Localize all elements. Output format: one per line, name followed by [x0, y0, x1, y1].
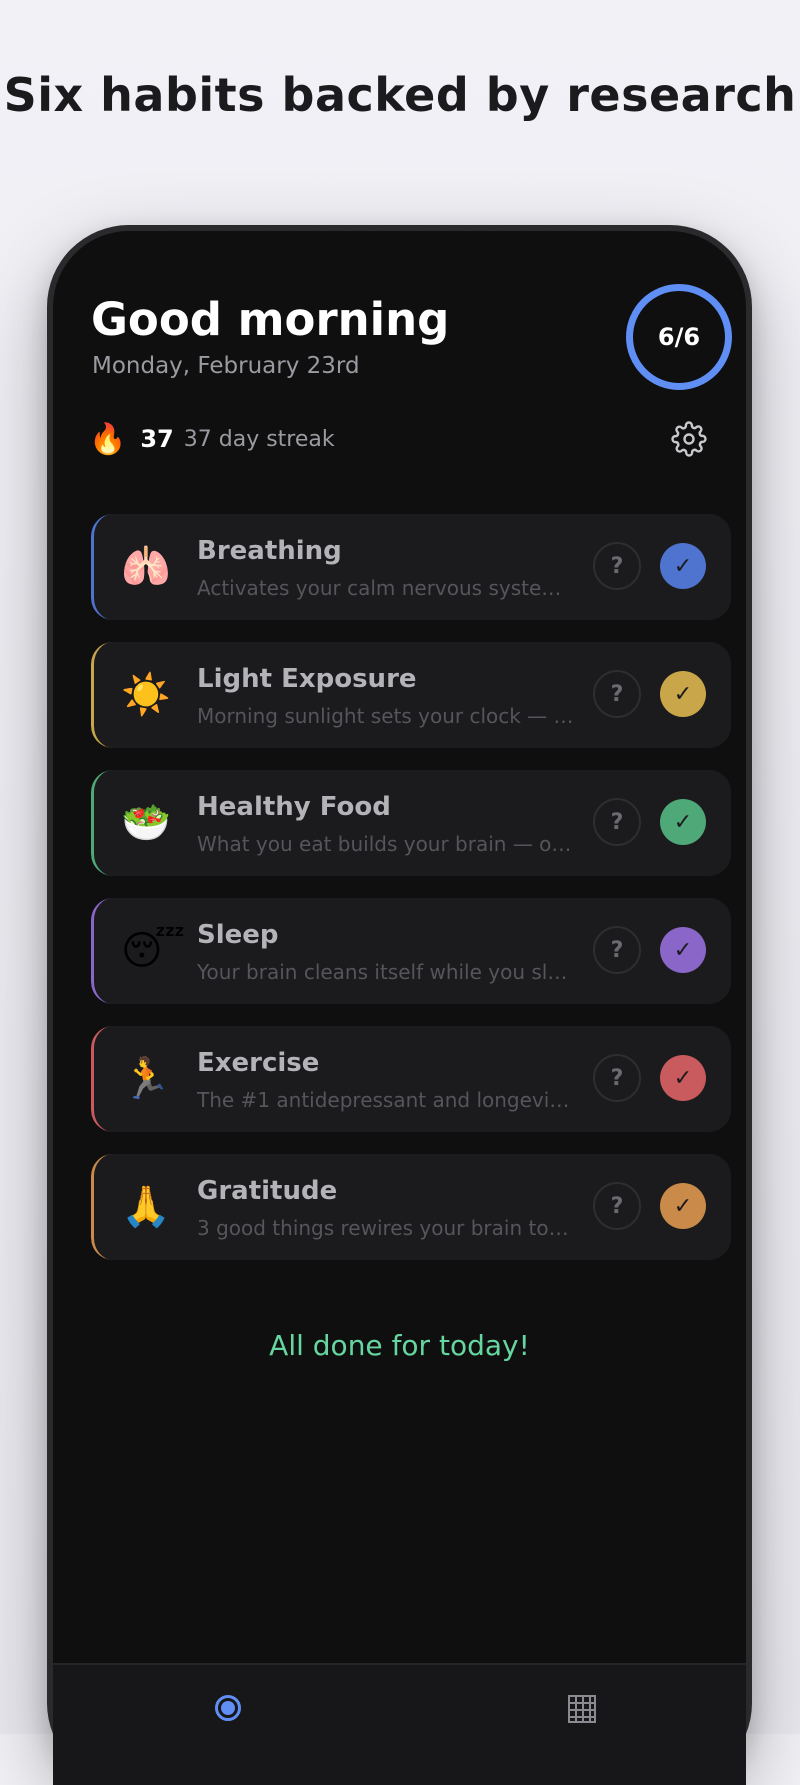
completion-message: All done for today! — [269, 1329, 530, 1362]
phone-frame: Good morning Monday, February 23rd 6/6 🔥… — [47, 225, 752, 1785]
flame-icon: 🔥 — [89, 421, 127, 457]
habit-card-gratitude[interactable]: 🙏 Gratitude 3 good things rewires your b… — [91, 1154, 731, 1260]
habit-card-exercise[interactable]: 🏃 Exercise The #1 antidepressant and lon… — [91, 1026, 731, 1132]
completed-checkbox[interactable]: ✓ — [660, 799, 706, 845]
completed-checkbox[interactable]: ✓ — [660, 1183, 706, 1229]
gear-icon[interactable] — [671, 421, 707, 457]
completed-checkbox[interactable]: ✓ — [660, 543, 706, 589]
tab-today-target-icon[interactable] — [215, 1695, 241, 1721]
help-button[interactable]: ? — [593, 1054, 641, 1102]
salad-icon: 🥗 — [121, 800, 171, 846]
streak-count: 37 — [140, 425, 174, 453]
completed-checkbox[interactable]: ✓ — [660, 927, 706, 973]
help-button[interactable]: ? — [593, 1182, 641, 1230]
habit-description: What you eat builds your brain — one mea… — [197, 832, 577, 856]
habit-card-light-exposure[interactable]: ☀️ Light Exposure Morning sunlight sets … — [91, 642, 731, 748]
progress-ring: 6/6 — [626, 284, 732, 390]
habit-description: Morning sunlight sets your clock — boost… — [197, 704, 577, 728]
habit-name: Light Exposure — [197, 664, 417, 694]
habit-accent-bar — [91, 770, 120, 876]
help-button[interactable]: ? — [593, 798, 641, 846]
habit-name: Breathing — [197, 536, 342, 566]
habit-card-healthy-food[interactable]: 🥗 Healthy Food What you eat builds your … — [91, 770, 731, 876]
help-button[interactable]: ? — [593, 670, 641, 718]
habit-card-sleep[interactable]: 😴 Sleep Your brain cleans itself while y… — [91, 898, 731, 1004]
habit-name: Gratitude — [197, 1176, 338, 1206]
bottom-tab-bar — [53, 1663, 746, 1785]
current-date: Monday, February 23rd — [92, 353, 360, 379]
help-button[interactable]: ? — [593, 926, 641, 974]
habit-accent-bar — [91, 642, 120, 748]
habit-description: 3 good things rewires your brain toward … — [197, 1216, 577, 1240]
praying-hands-icon: 🙏 — [121, 1184, 171, 1230]
app-screen: Good morning Monday, February 23rd 6/6 🔥… — [53, 231, 746, 1785]
habit-description: Activates your calm nervous system — slo… — [197, 576, 577, 600]
habit-accent-bar — [91, 1154, 120, 1260]
habit-list: 🫁 Breathing Activates your calm nervous … — [91, 514, 731, 1282]
habit-name: Exercise — [197, 1048, 320, 1078]
runner-icon: 🏃 — [121, 1056, 171, 1102]
habit-card-breathing[interactable]: 🫁 Breathing Activates your calm nervous … — [91, 514, 731, 620]
lungs-icon: 🫁 — [121, 544, 171, 590]
habit-name: Healthy Food — [197, 792, 391, 822]
greeting-title: Good morning — [91, 293, 450, 346]
sleeping-face-icon: 😴 — [121, 928, 186, 974]
habit-accent-bar — [91, 514, 120, 620]
habit-accent-bar — [91, 1026, 120, 1132]
habit-description: Your brain cleans itself while you sleep — [197, 960, 577, 984]
progress-label: 6/6 — [657, 323, 701, 351]
marketing-headline: Six habits backed by research — [3, 68, 797, 122]
streak-label: 37 day streak — [183, 426, 335, 452]
habit-name: Sleep — [197, 920, 279, 950]
habit-accent-bar — [91, 898, 120, 1004]
help-button[interactable]: ? — [593, 542, 641, 590]
streak-indicator: 🔥 37 37 day streak — [89, 419, 335, 459]
sun-icon: ☀️ — [121, 672, 171, 718]
habit-description: The #1 antidepressant and longevity boos… — [197, 1088, 577, 1112]
completed-checkbox[interactable]: ✓ — [660, 1055, 706, 1101]
target-dot — [221, 1701, 235, 1715]
completed-checkbox[interactable]: ✓ — [660, 671, 706, 717]
tab-history-calendar-grid-icon[interactable] — [568, 1695, 596, 1723]
